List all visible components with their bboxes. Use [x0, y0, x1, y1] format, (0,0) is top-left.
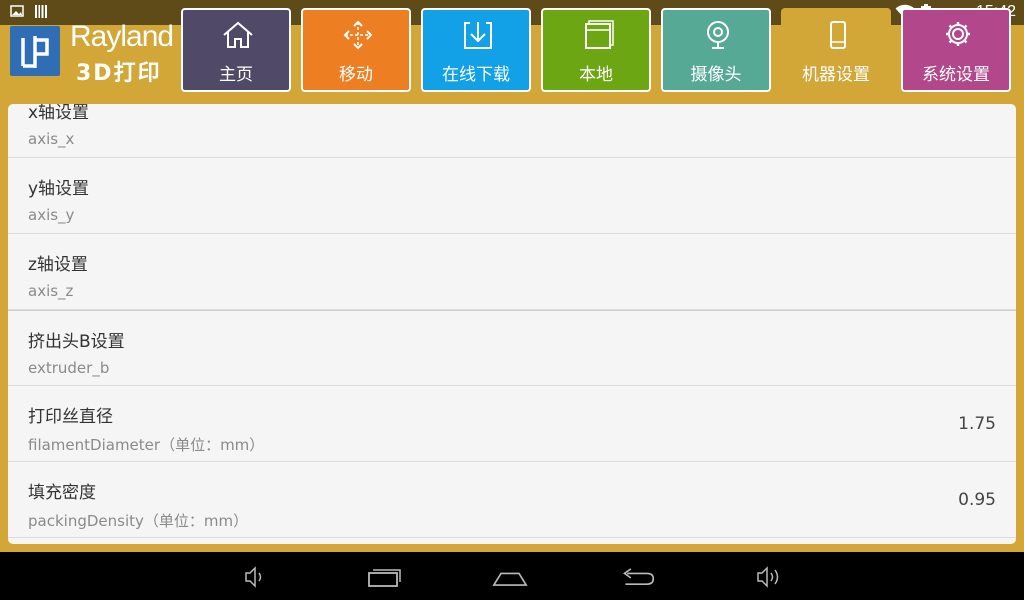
setting-title: x轴设置 [28, 104, 90, 123]
setting-title: y轴设置 [28, 179, 90, 199]
back-icon[interactable] [620, 564, 656, 590]
brand-subtitle: 3D打印 [76, 61, 162, 86]
barcode-notification-icon [35, 5, 47, 18]
setting-row-filament-diameter[interactable]: 打印丝直径 filamentDiameter（单位：mm） 1.75 [8, 386, 1016, 462]
nav-system-settings-label: 系统设置 [922, 65, 990, 85]
setting-key: extruder_b [28, 359, 110, 377]
nav-download-button[interactable]: 在线下载 [421, 8, 531, 92]
setting-row-axis-y[interactable]: y轴设置 axis_y [8, 158, 1016, 234]
setting-row-packing-density[interactable]: 填充密度 packingDensity（单位：mm） 0.95 [8, 462, 1016, 538]
setting-row-extruder-b[interactable]: 挤出头B设置 extruder_b [8, 310, 1016, 386]
setting-title: 打印丝直径 [28, 407, 113, 427]
gear-icon [946, 22, 970, 46]
system-navigation-bar [0, 552, 1024, 600]
nav-camera-button[interactable]: 摄像头 [661, 8, 771, 92]
setting-row-axis-x[interactable]: x轴设置 axis_x [8, 104, 1016, 158]
nav-move-label: 移动 [339, 65, 373, 85]
nav-local-button[interactable]: 本地 [541, 8, 651, 92]
setting-row-axis-z[interactable]: z轴设置 axis_z [8, 234, 1016, 310]
brand-logo: Rayland 3D打印 [10, 20, 180, 86]
volume-up-icon[interactable] [752, 564, 788, 590]
brand-name: Rayland [70, 20, 174, 53]
home-icon [223, 21, 253, 48]
phone-icon [830, 21, 846, 49]
nav-home-label: 主页 [219, 65, 253, 85]
settings-list: x轴设置 axis_x y轴设置 axis_y z轴设置 axis_z 挤出头B… [8, 104, 1016, 544]
image-notification-icon [10, 5, 24, 17]
top-nav: 主页 移动 在线下载 本地 摄像头 机器设置 系统设置 [181, 8, 1021, 96]
recent-apps-icon[interactable] [366, 564, 402, 590]
setting-key: axis_x [28, 130, 75, 148]
setting-title: 填充密度 [28, 483, 96, 503]
setting-value: 0.95 [958, 490, 996, 510]
nav-download-label: 在线下载 [442, 65, 510, 85]
setting-key: packingDensity（单位：mm） [28, 512, 249, 530]
setting-value: 1.75 [958, 414, 996, 434]
setting-key: filamentDiameter（单位：mm） [28, 436, 265, 454]
nav-move-button[interactable]: 移动 [301, 8, 411, 92]
rayland-logo-icon [10, 26, 60, 76]
nav-home-button[interactable]: 主页 [181, 8, 291, 92]
move-icon [343, 20, 373, 50]
volume-down-icon[interactable] [236, 564, 272, 590]
home-nav-icon[interactable] [492, 564, 528, 590]
download-icon [464, 22, 492, 49]
setting-title: z轴设置 [28, 255, 88, 275]
nav-local-label: 本地 [579, 65, 613, 85]
folder-icon [585, 20, 614, 49]
nav-system-settings-button[interactable]: 系统设置 [901, 8, 1011, 92]
nav-machine-settings-button[interactable]: 机器设置 [781, 8, 891, 92]
setting-key: axis_y [28, 206, 75, 224]
setting-title: 挤出头B设置 [28, 332, 125, 352]
nav-machine-settings-label: 机器设置 [802, 65, 870, 85]
setting-key: axis_z [28, 282, 74, 300]
camera-icon [707, 21, 729, 49]
nav-camera-label: 摄像头 [690, 65, 742, 85]
